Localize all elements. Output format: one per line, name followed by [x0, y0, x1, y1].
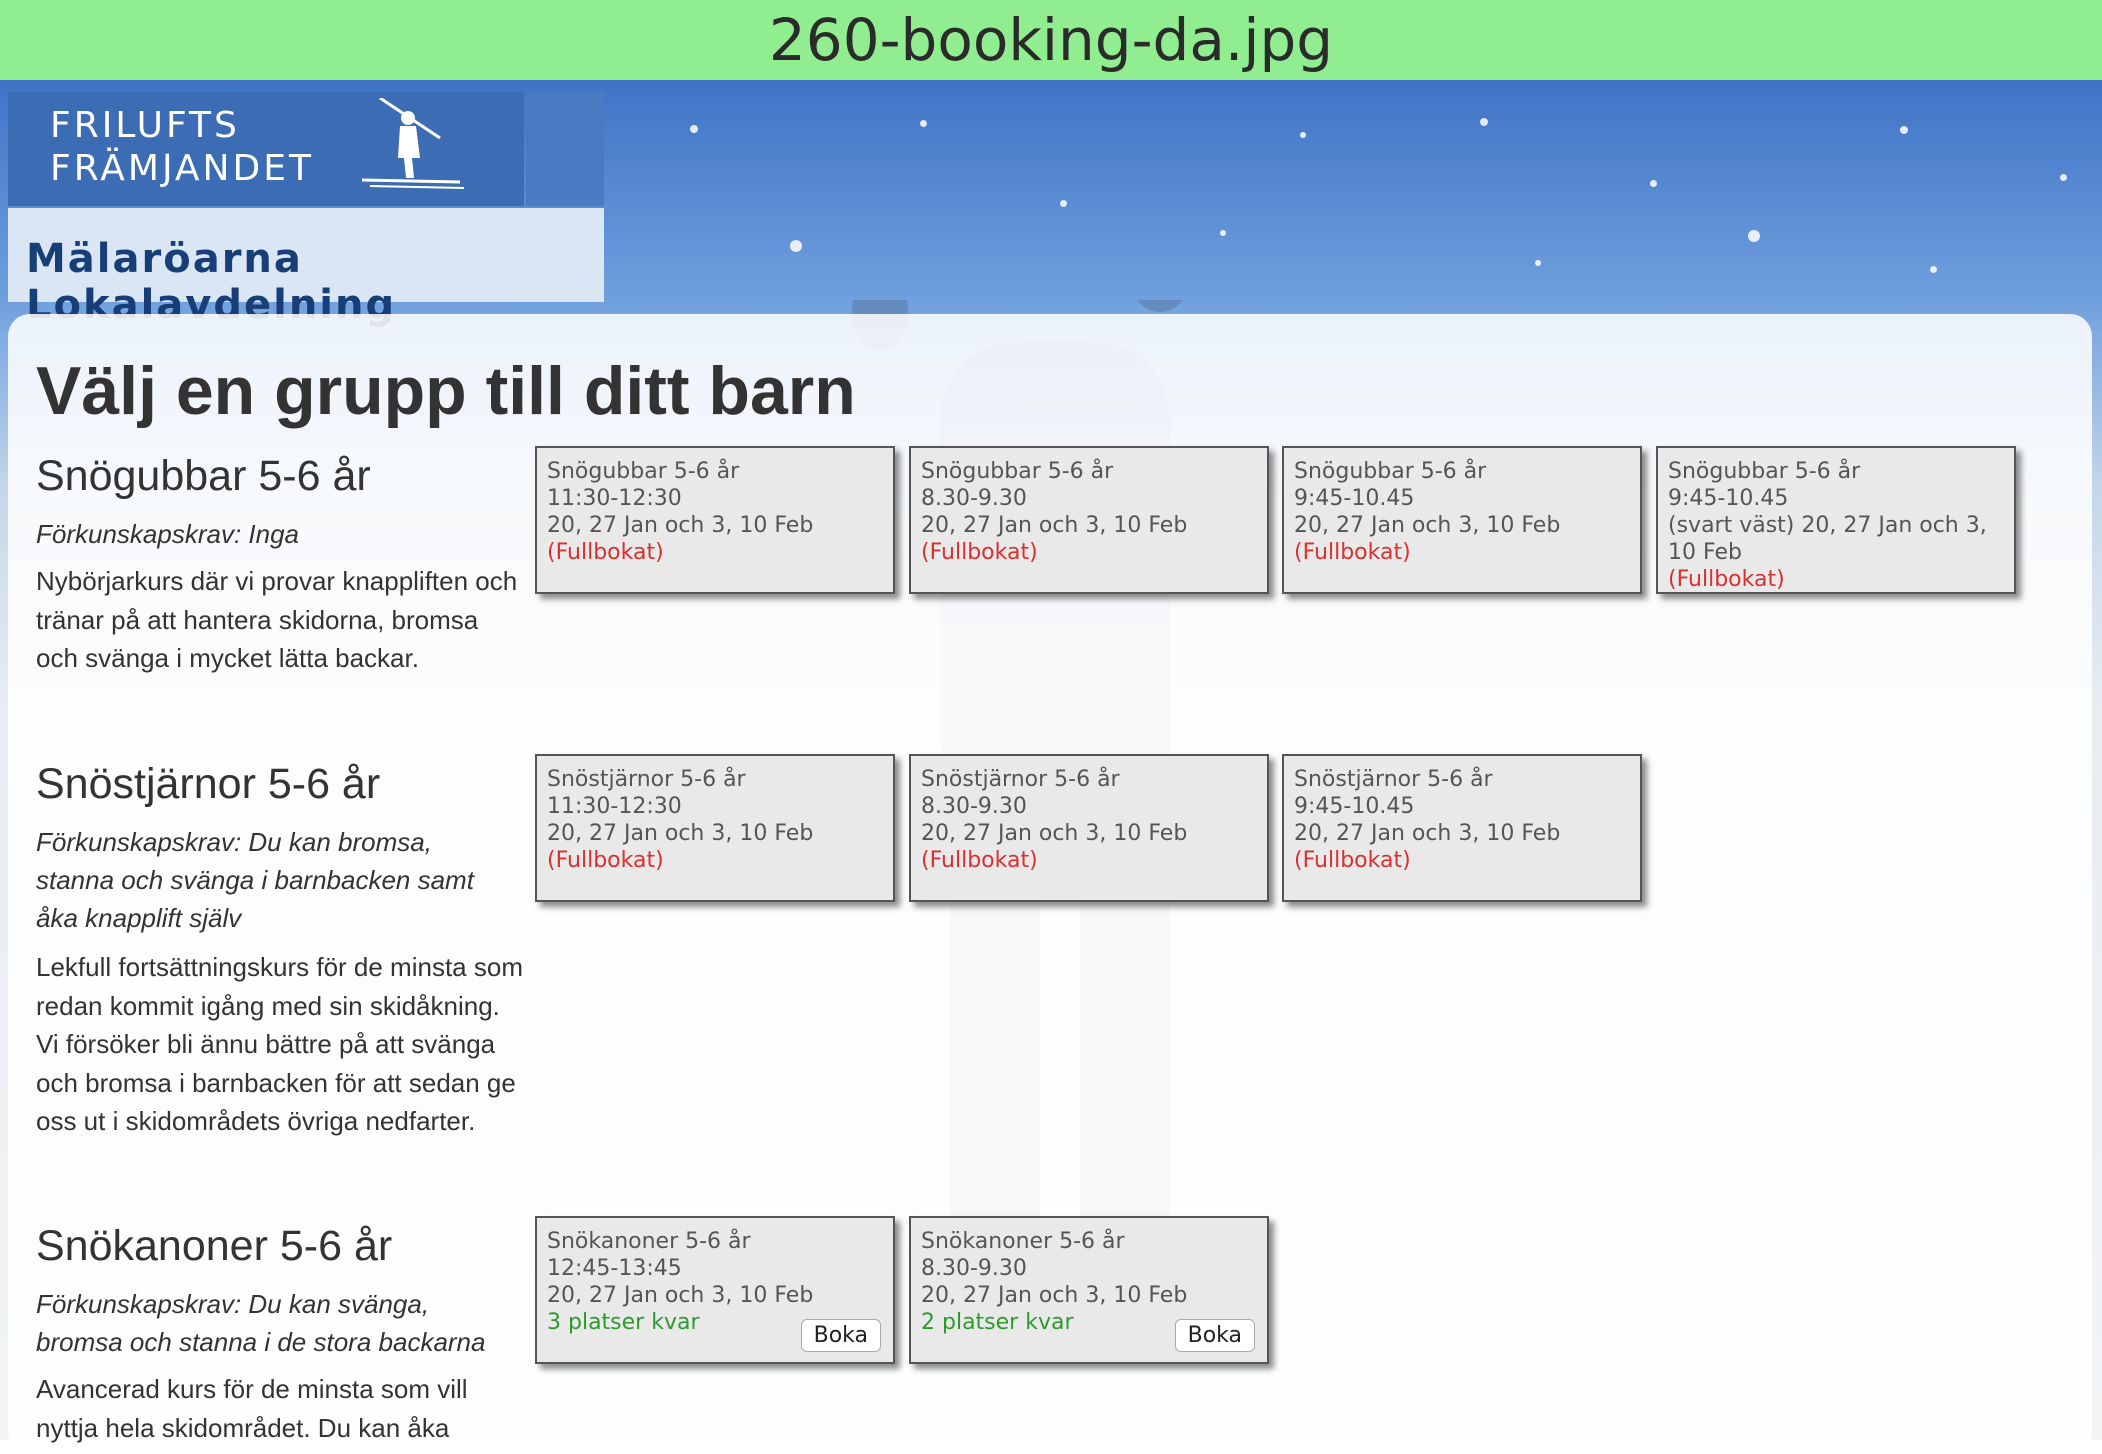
session-status-full: (Fullbokat) [921, 540, 1038, 565]
session-time: 8.30-9.30 [921, 1256, 1027, 1281]
logo-subtitle-block: Mälaröarna Lokalavdelning [8, 208, 604, 328]
session-card[interactable]: Snöstjärnor 5-6 år 11:30-12:30 20, 27 Ja… [535, 754, 895, 902]
snowflake [1650, 180, 1657, 187]
logo-line1: FRILUFTS [50, 105, 240, 146]
session-name: Snöstjärnor 5-6 år [1294, 767, 1493, 792]
session-status-full: (Fullbokat) [1294, 540, 1411, 565]
logo-name: FRILUFTS FRÄMJANDET [50, 104, 314, 190]
session-card[interactable]: Snöstjärnor 5-6 år 9:45-10.45 20, 27 Jan… [1282, 754, 1642, 902]
session-time: 9:45-10.45 [1294, 486, 1415, 511]
snowflake [1480, 118, 1488, 126]
session-dates: (svart väst) 20, 27 Jan och 3, 10 Feb [1668, 513, 1987, 565]
file-title-bar: 260-booking-da.jpg [0, 0, 2102, 80]
session-dates: 20, 27 Jan och 3, 10 Feb [921, 821, 1188, 846]
session-card[interactable]: Snögubbar 5-6 år 8.30-9.30 20, 27 Jan oc… [909, 446, 1269, 594]
session-dates: 20, 27 Jan och 3, 10 Feb [921, 513, 1188, 538]
snowflake [2060, 174, 2067, 181]
group-title-snogubbar: Snögubbar 5-6 år [36, 452, 371, 500]
snowflake [690, 125, 698, 133]
organization-logo[interactable]: FRILUFTS FRÄMJANDET Mälaröarna Lokalavde… [8, 92, 604, 328]
session-name: Snökanoner 5-6 år [921, 1229, 1125, 1254]
session-time: 12:45-13:45 [547, 1256, 682, 1281]
snowflake [1535, 260, 1541, 266]
session-card[interactable]: Snögubbar 5-6 år 9:45-10.45 20, 27 Jan o… [1282, 446, 1642, 594]
session-card[interactable]: Snögubbar 5-6 år 9:45-10.45 (svart väst)… [1656, 446, 2016, 594]
logo-line2: FRÄMJANDET [50, 148, 314, 189]
session-name: Snögubbar 5-6 år [1668, 459, 1861, 484]
session-dates: 20, 27 Jan och 3, 10 Feb [921, 1283, 1188, 1308]
book-button[interactable]: Boka [800, 1319, 881, 1352]
session-name: Snökanoner 5-6 år [547, 1229, 751, 1254]
snowflake [1300, 132, 1306, 138]
session-name: Snöstjärnor 5-6 år [547, 767, 746, 792]
group-desc-snostjarnor: Lekfull fortsättningskurs för de minsta … [36, 952, 523, 1136]
snowflake [1060, 200, 1067, 207]
snowflake [790, 240, 802, 252]
group-prereq-snogubbar: Förkunskapskrav: Inga [36, 519, 300, 549]
session-time: 11:30-12:30 [547, 794, 682, 819]
session-time: 9:45-10.45 [1294, 794, 1415, 819]
session-time: 11:30-12:30 [547, 486, 682, 511]
session-card[interactable]: Snögubbar 5-6 år 11:30-12:30 20, 27 Jan … [535, 446, 895, 594]
group-title-snostjarnor: Snöstjärnor 5-6 år [36, 760, 381, 808]
session-dates: 20, 27 Jan och 3, 10 Feb [547, 821, 814, 846]
session-name: Snögubbar 5-6 år [921, 459, 1114, 484]
session-name: Snögubbar 5-6 år [547, 459, 740, 484]
session-status-full: (Fullbokat) [1294, 848, 1411, 873]
page-title: Välj en grupp till ditt barn [36, 353, 856, 429]
skier-icon [361, 98, 465, 189]
snowflake [1900, 126, 1908, 134]
session-status-full: (Fullbokat) [547, 848, 664, 873]
book-button[interactable]: Boka [1174, 1319, 1255, 1352]
session-card: Snökanoner 5-6 år 8.30-9.30 20, 27 Jan o… [909, 1216, 1269, 1364]
logo-header-block: FRILUFTS FRÄMJANDET [8, 92, 524, 206]
logo-side-block [526, 92, 604, 206]
group-prereq-snokanoner: Förkunskapskrav: Du kan svänga, bromsa o… [36, 1289, 486, 1357]
session-dates: 20, 27 Jan och 3, 10 Feb [547, 1283, 814, 1308]
group-desc-snogubbar: Nybörjarkurs där vi provar knappliften o… [36, 566, 518, 673]
snowflake [920, 120, 927, 127]
session-dates: 20, 27 Jan och 3, 10 Feb [547, 513, 814, 538]
group-desc-snokanoner: Avancerad kurs för de minsta som vill ny… [36, 1374, 468, 1443]
session-status-full: (Fullbokat) [1668, 567, 1785, 592]
session-time: 8.30-9.30 [921, 486, 1027, 511]
file-title: 260-booking-da.jpg [768, 6, 1334, 74]
snowflake [1748, 230, 1760, 242]
snowflake [1220, 230, 1226, 236]
session-time: 9:45-10.45 [1668, 486, 1789, 511]
snowflake [1930, 266, 1937, 273]
session-card[interactable]: Snöstjärnor 5-6 år 8.30-9.30 20, 27 Jan … [909, 754, 1269, 902]
session-status-full: (Fullbokat) [547, 540, 664, 565]
session-time: 8.30-9.30 [921, 794, 1027, 819]
session-name: Snögubbar 5-6 år [1294, 459, 1487, 484]
session-card: Snökanoner 5-6 år 12:45-13:45 20, 27 Jan… [535, 1216, 895, 1364]
session-dates: 20, 27 Jan och 3, 10 Feb [1294, 821, 1561, 846]
session-name: Snöstjärnor 5-6 år [921, 767, 1120, 792]
group-prereq-snostjarnor: Förkunskapskrav: Du kan bromsa, stanna o… [36, 827, 474, 933]
group-title-snokanoner: Snökanoner 5-6 år [36, 1222, 393, 1270]
session-dates: 20, 27 Jan och 3, 10 Feb [1294, 513, 1561, 538]
session-status-full: (Fullbokat) [921, 848, 1038, 873]
